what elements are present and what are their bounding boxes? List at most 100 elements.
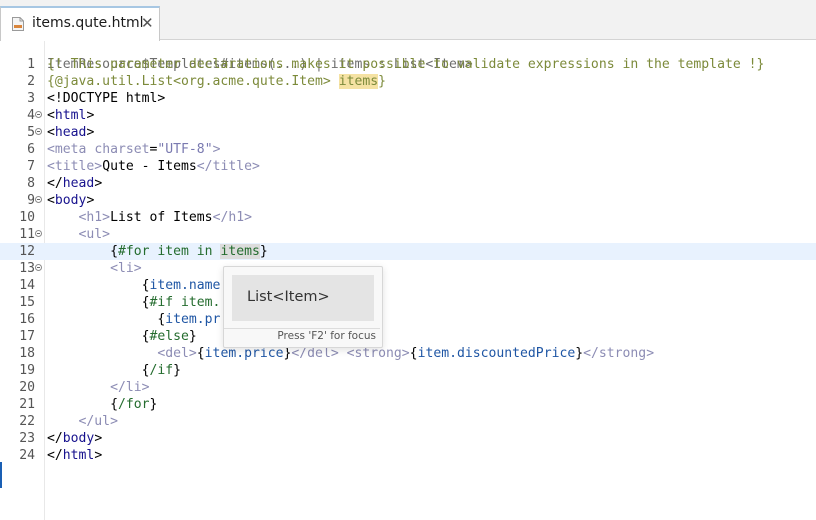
code-token: }	[173, 363, 182, 378]
fold-toggle-icon[interactable]	[35, 111, 42, 118]
line-number: 9	[27, 193, 35, 208]
code-token: {	[47, 278, 150, 293]
fold-toggle-icon[interactable]	[35, 230, 42, 237]
code-line[interactable]: 10 <h1>List of Items</h1>	[0, 209, 816, 226]
code-token: item.price	[204, 346, 284, 361]
code-token: >	[94, 176, 103, 191]
code-token: /for	[117, 397, 150, 412]
code-line[interactable]: 13 <li>	[0, 260, 816, 277]
code-line[interactable]: 5 <head>	[0, 124, 816, 141]
code-token: body	[62, 431, 95, 446]
code-token: Qute - Items	[102, 159, 197, 174]
code-line[interactable]: 3 <!DOCTYPE html>	[0, 90, 816, 107]
tab-items-qute-html[interactable]: items.qute.html ✕	[0, 6, 160, 41]
line-number: 14	[19, 278, 35, 293]
code-token: item.name	[149, 278, 221, 293]
code-editor[interactable]: ItemResource$Templates#items(...) | item…	[0, 39, 816, 464]
line-number: 23	[19, 431, 35, 446]
code-token: </ul>	[47, 414, 118, 429]
code-token: item.pr	[165, 312, 221, 327]
code-text: {item.pr	[47, 311, 220, 328]
active-window-marker	[0, 462, 2, 488]
code-line[interactable]: 17 {#else}	[0, 328, 816, 345]
code-token: item.discountedPrice	[417, 346, 576, 361]
code-line[interactable]: 18 <del>{item.price}</del> <strong>{item…	[0, 345, 816, 362]
code-lens-hint[interactable]: ItemResource$Templates#items(...) | item…	[0, 39, 816, 72]
code-token: {! This parameter declarations makes it …	[47, 57, 765, 72]
code-token: <del>	[47, 346, 197, 361]
line-number: 19	[19, 363, 35, 378]
code-token: }	[149, 397, 158, 412]
code-line[interactable]: 20 </li>	[0, 379, 816, 396]
code-token: "UTF-8"	[157, 142, 213, 157]
code-line[interactable]: 7 <title>Qute - Items</title>	[0, 158, 816, 175]
code-line[interactable]: 12 {#for item in items}	[0, 243, 816, 260]
code-line[interactable]: 2 {@java.util.List<org.acme.qute.Item> it…	[0, 73, 816, 90]
code-text: {#else}	[47, 328, 197, 345]
code-token: <	[47, 108, 55, 123]
code-line[interactable]: 19 {/if}	[0, 362, 816, 379]
line-number: 11	[19, 227, 35, 242]
code-token: </del>	[291, 346, 347, 361]
line-number: 21	[19, 397, 35, 412]
line-number: 22	[19, 414, 35, 429]
code-token: {	[196, 346, 205, 361]
editor-tab-bar: items.qute.html ✕	[0, 0, 816, 41]
line-number: 8	[27, 176, 35, 191]
code-token: }	[188, 329, 197, 344]
code-text: {#if item.	[47, 294, 221, 311]
line-number: 5	[27, 125, 35, 140]
code-line[interactable]: 22 </ul>	[0, 413, 816, 430]
code-line[interactable]: 9 <body>	[0, 192, 816, 209]
line-number: 7	[27, 159, 35, 174]
code-line[interactable]: 16 {item.pr	[0, 311, 816, 328]
fold-toggle-icon[interactable]	[35, 196, 42, 203]
code-token: >	[86, 193, 95, 208]
code-token: <h1>	[47, 210, 111, 225]
line-number: 24	[19, 448, 35, 463]
fold-toggle-icon[interactable]	[35, 264, 42, 271]
code-line[interactable]: 11 <ul>	[0, 226, 816, 243]
code-token: /if	[149, 363, 174, 378]
code-text: <!DOCTYPE html>	[47, 90, 165, 107]
code-line[interactable]: 14 {item.name	[0, 277, 816, 294]
code-token: {	[47, 363, 150, 378]
code-line[interactable]: 24 </html>	[0, 447, 816, 464]
code-token: {	[47, 312, 166, 327]
code-token: head	[62, 176, 95, 191]
code-token: {	[47, 329, 150, 344]
code-token: head	[54, 125, 87, 140]
code-token: <strong>	[346, 346, 410, 361]
code-token: <li>	[47, 261, 142, 276]
code-token: }	[259, 244, 268, 259]
code-token: html	[54, 108, 87, 123]
code-token: <title>	[47, 159, 103, 174]
code-text: {! This parameter declarations makes it …	[47, 56, 764, 73]
code-text: </body>	[47, 430, 102, 447]
code-token: >	[86, 125, 95, 140]
fold-toggle-icon[interactable]	[35, 128, 42, 135]
code-token: #else	[149, 329, 189, 344]
code-text: {/for}	[47, 396, 157, 413]
code-token: <ul>	[47, 227, 111, 242]
line-number: 2	[27, 74, 35, 89]
code-text: {/if}	[47, 362, 181, 379]
code-line[interactable]: 23 </body>	[0, 430, 816, 447]
code-token: <meta	[47, 142, 95, 157]
hover-popup[interactable]: List<Item> Press 'F2' for focus	[223, 266, 383, 348]
code-line[interactable]: 8 </head>	[0, 175, 816, 192]
code-token: <	[47, 193, 55, 208]
code-line[interactable]: 4 <html>	[0, 107, 816, 124]
code-line[interactable]: 21 {/for}	[0, 396, 816, 413]
code-text: </html>	[47, 447, 102, 464]
code-line[interactable]: 1 {! This parameter declarations makes it…	[0, 56, 816, 73]
close-icon[interactable]: ✕	[141, 14, 154, 32]
code-token: >	[86, 108, 95, 123]
code-token: </h1>	[212, 210, 252, 225]
code-line[interactable]: 6 <meta charset="UTF-8">	[0, 141, 816, 158]
code-token: <!DOCTYPE html>	[47, 91, 166, 106]
code-token: >	[212, 142, 221, 157]
code-line[interactable]: 15 {#if item.	[0, 294, 816, 311]
code-text: <ul>	[47, 226, 111, 243]
code-text: <meta charset="UTF-8">	[47, 141, 220, 158]
